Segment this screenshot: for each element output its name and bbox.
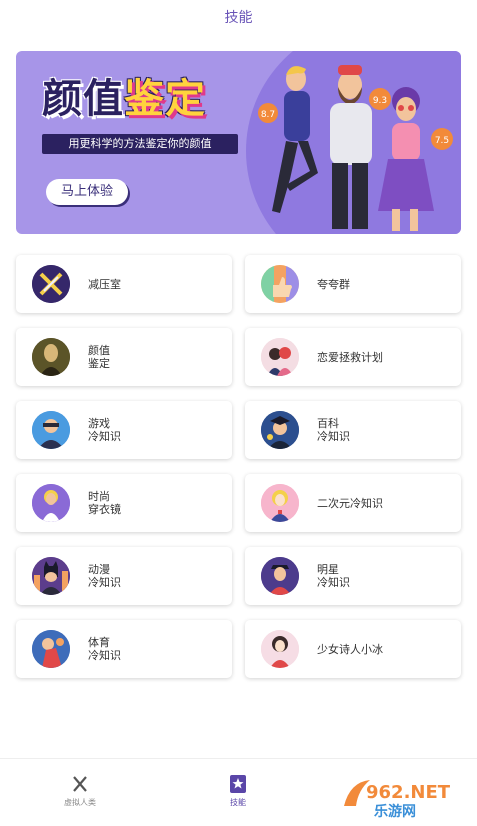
skill-label: 夸夸群 [317, 277, 350, 291]
svg-text:962.NET: 962.NET [366, 782, 451, 803]
skill-card-face-rating[interactable]: 颜值 鉴定 [16, 328, 232, 386]
skill-card-anime-trivia[interactable]: 二次元冷知识 [245, 474, 461, 532]
svg-text:7.5: 7.5 [435, 136, 449, 146]
skill-label: 百科 冷知识 [317, 417, 350, 443]
skill-label: 游戏 冷知识 [88, 417, 121, 443]
skill-label: 时尚 穿衣镜 [88, 490, 121, 516]
skill-card-love-rescue[interactable]: 恋爱拯救计划 [245, 328, 461, 386]
star-singer-icon [261, 557, 299, 595]
skill-card-poet-xiaoice[interactable]: 少女诗人小冰 [245, 620, 461, 678]
anime-girl-icon [261, 484, 299, 522]
athlete-icon [32, 630, 70, 668]
x-logo-icon [71, 775, 89, 793]
tab-label: 虚拟人类 [64, 798, 96, 807]
skill-card-celebrity-trivia[interactable]: 明星 冷知识 [245, 547, 461, 605]
try-now-button[interactable]: 马上体验 [46, 179, 128, 205]
skill-label: 减压室 [88, 277, 121, 291]
site-watermark-logo: 962.NET 乐游网 [344, 780, 451, 820]
skill-card-stress-room[interactable]: 减压室 [16, 255, 232, 313]
skill-card-comics-trivia[interactable]: 动漫 冷知识 [16, 547, 232, 605]
couple-icon [261, 338, 299, 376]
swords-icon [32, 265, 70, 303]
skill-card-sports-trivia[interactable]: 体育 冷知识 [16, 620, 232, 678]
svg-text:乐游网: 乐游网 [374, 803, 416, 820]
skill-card-encyclopedia-trivia[interactable]: 百科 冷知识 [245, 401, 461, 459]
banner-title: 颜值鉴定 [42, 76, 206, 122]
skill-card-praise-group[interactable]: 夸夸群 [245, 255, 461, 313]
skill-label: 明星 冷知识 [317, 563, 350, 589]
skill-card-game-trivia[interactable]: 游戏 冷知识 [16, 401, 232, 459]
tab-label: 技能 [230, 798, 246, 807]
skill-label: 少女诗人小冰 [317, 642, 383, 656]
gamer-icon [32, 411, 70, 449]
star-badge-icon [229, 775, 247, 793]
svg-text:9.3: 9.3 [373, 96, 387, 106]
skill-label: 颜值 鉴定 [88, 344, 110, 370]
fashion-girl-icon [32, 484, 70, 522]
tab-skills[interactable]: 技能 [198, 775, 278, 808]
page-header: 技能 [0, 0, 477, 34]
skill-label: 恋爱拯救计划 [317, 350, 383, 364]
skill-label: 体育 冷知识 [88, 636, 121, 662]
svg-text:8.7: 8.7 [261, 110, 275, 120]
poet-girl-icon [261, 630, 299, 668]
page-title: 技能 [224, 10, 253, 26]
banner-subtitle: 用更科学的方法鉴定你的颜值 [42, 134, 238, 154]
batman-icon [32, 557, 70, 595]
skill-label: 动漫 冷知识 [88, 563, 121, 589]
face-rating-banner[interactable]: 颜值鉴定 用更科学的方法鉴定你的颜值 马上体验 8.7 9.3 7.5 [16, 51, 461, 234]
scholar-icon [261, 411, 299, 449]
tab-virtual-human[interactable]: 虚拟人类 [40, 775, 120, 808]
skill-card-fashion-mirror[interactable]: 时尚 穿衣镜 [16, 474, 232, 532]
banner-people-illustration: 8.7 9.3 7.5 [258, 65, 453, 231]
skill-label: 二次元冷知识 [317, 496, 383, 510]
thumbs-up-icon [261, 265, 299, 303]
mona-lisa-icon [32, 338, 70, 376]
